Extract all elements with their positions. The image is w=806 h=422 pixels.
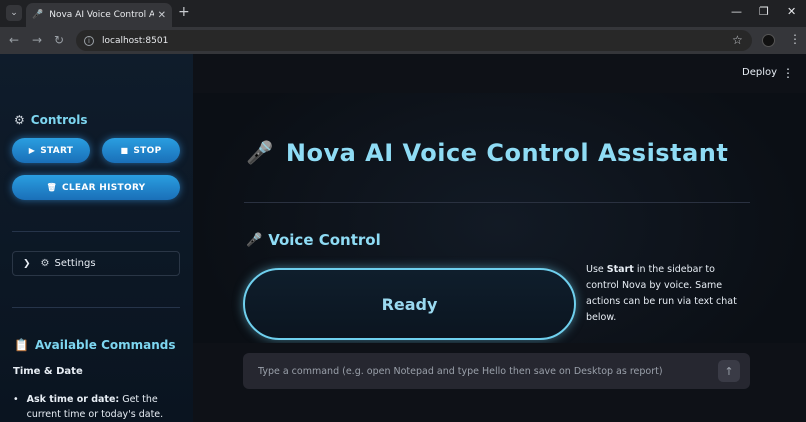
help-text: Use Start in the sidebar to control Nova… (586, 262, 748, 326)
new-tab-icon[interactable]: + (178, 4, 190, 20)
app-header (193, 54, 806, 93)
clipboard-icon: 📋 (14, 338, 29, 352)
clear-history-label: CLEAR HISTORY (61, 182, 146, 193)
play-icon: ▶ (28, 146, 36, 155)
section-title: 🎤 Voice Control (246, 231, 381, 249)
settings-expander[interactable]: ❯ ⚙ Settings (12, 251, 180, 276)
gear-icon: ⚙ (14, 113, 25, 127)
arrow-up-icon: ↑ (724, 364, 734, 378)
microphone-icon: 🎤 (32, 10, 44, 20)
microphone-icon: 🎤 (246, 232, 263, 248)
gear-icon: ⚙ (40, 258, 50, 269)
controls-heading: ⚙ Controls (14, 113, 88, 127)
profile-avatar[interactable] (762, 34, 775, 47)
chat-input-container[interactable] (243, 353, 750, 389)
sidebar-divider (12, 231, 180, 232)
start-label: START (40, 145, 74, 156)
command-text: Ask time or date: Get the current time o… (27, 392, 183, 422)
settings-label: Settings (54, 258, 96, 269)
commands-heading-label: Available Commands (34, 338, 176, 352)
list-item: • Ask time or date: Get the current time… (13, 392, 183, 422)
command-title: Ask time or date: (26, 394, 120, 405)
start-button[interactable]: ▶ START (12, 138, 90, 163)
chevron-right-icon: ❯ (23, 258, 31, 269)
title-divider (244, 202, 750, 203)
stop-button[interactable]: ■ STOP (102, 138, 180, 163)
window-close-icon[interactable]: ✕ (787, 5, 796, 18)
site-info-icon[interactable]: i (84, 35, 94, 46)
back-icon[interactable]: ← (9, 33, 19, 47)
url-bar[interactable]: i localhost:8501 (76, 30, 752, 51)
minimize-icon[interactable]: — (731, 5, 742, 18)
help-pre: Use (586, 264, 607, 275)
forward-icon[interactable]: → (32, 33, 42, 47)
command-category: Time & Date (13, 366, 83, 377)
reload-icon[interactable]: ↻ (54, 33, 64, 47)
browser-menu-icon[interactable]: ⋮ (789, 32, 801, 46)
close-icon[interactable]: ✕ (158, 10, 166, 21)
microphone-icon: 🎤 (246, 140, 274, 166)
deploy-button[interactable]: Deploy (742, 67, 777, 78)
stop-label: STOP (133, 145, 162, 156)
sidebar-divider (12, 307, 180, 308)
trash-icon: 🗑 (46, 183, 57, 192)
status-indicator: Ready (243, 268, 576, 340)
send-button[interactable]: ↑ (718, 360, 740, 382)
stop-icon: ■ (120, 146, 129, 155)
help-bold: Start (606, 264, 634, 275)
controls-heading-label: Controls (30, 113, 88, 127)
app-menu-icon[interactable]: ⋮ (782, 66, 794, 80)
browser-addressbar: ← → ↻ i localhost:8501 ☆ ⋮ (0, 27, 806, 54)
bullet: • (13, 394, 19, 405)
restore-icon[interactable]: ❐ (759, 5, 769, 18)
chat-input[interactable] (258, 365, 698, 377)
section-title-text: Voice Control (268, 231, 381, 249)
browser-tab[interactable]: 🎤 Nova AI Voice Control Assistant ✕ (26, 3, 172, 27)
bookmark-star-icon[interactable]: ☆ (732, 33, 743, 47)
tab-search-icon[interactable]: ⌄ (6, 5, 22, 21)
tab-title: Nova AI Voice Control Assistant (49, 10, 154, 20)
page-title-text: Nova AI Voice Control Assistant (285, 139, 729, 167)
clear-history-button[interactable]: 🗑 CLEAR HISTORY (12, 175, 180, 200)
commands-heading: 📋 Available Commands (14, 338, 176, 352)
url-text: localhost:8501 (102, 35, 169, 46)
browser-tabbar: ⌄ 🎤 Nova AI Voice Control Assistant ✕ + … (0, 0, 806, 27)
page-title: 🎤 Nova AI Voice Control Assistant (246, 139, 728, 167)
